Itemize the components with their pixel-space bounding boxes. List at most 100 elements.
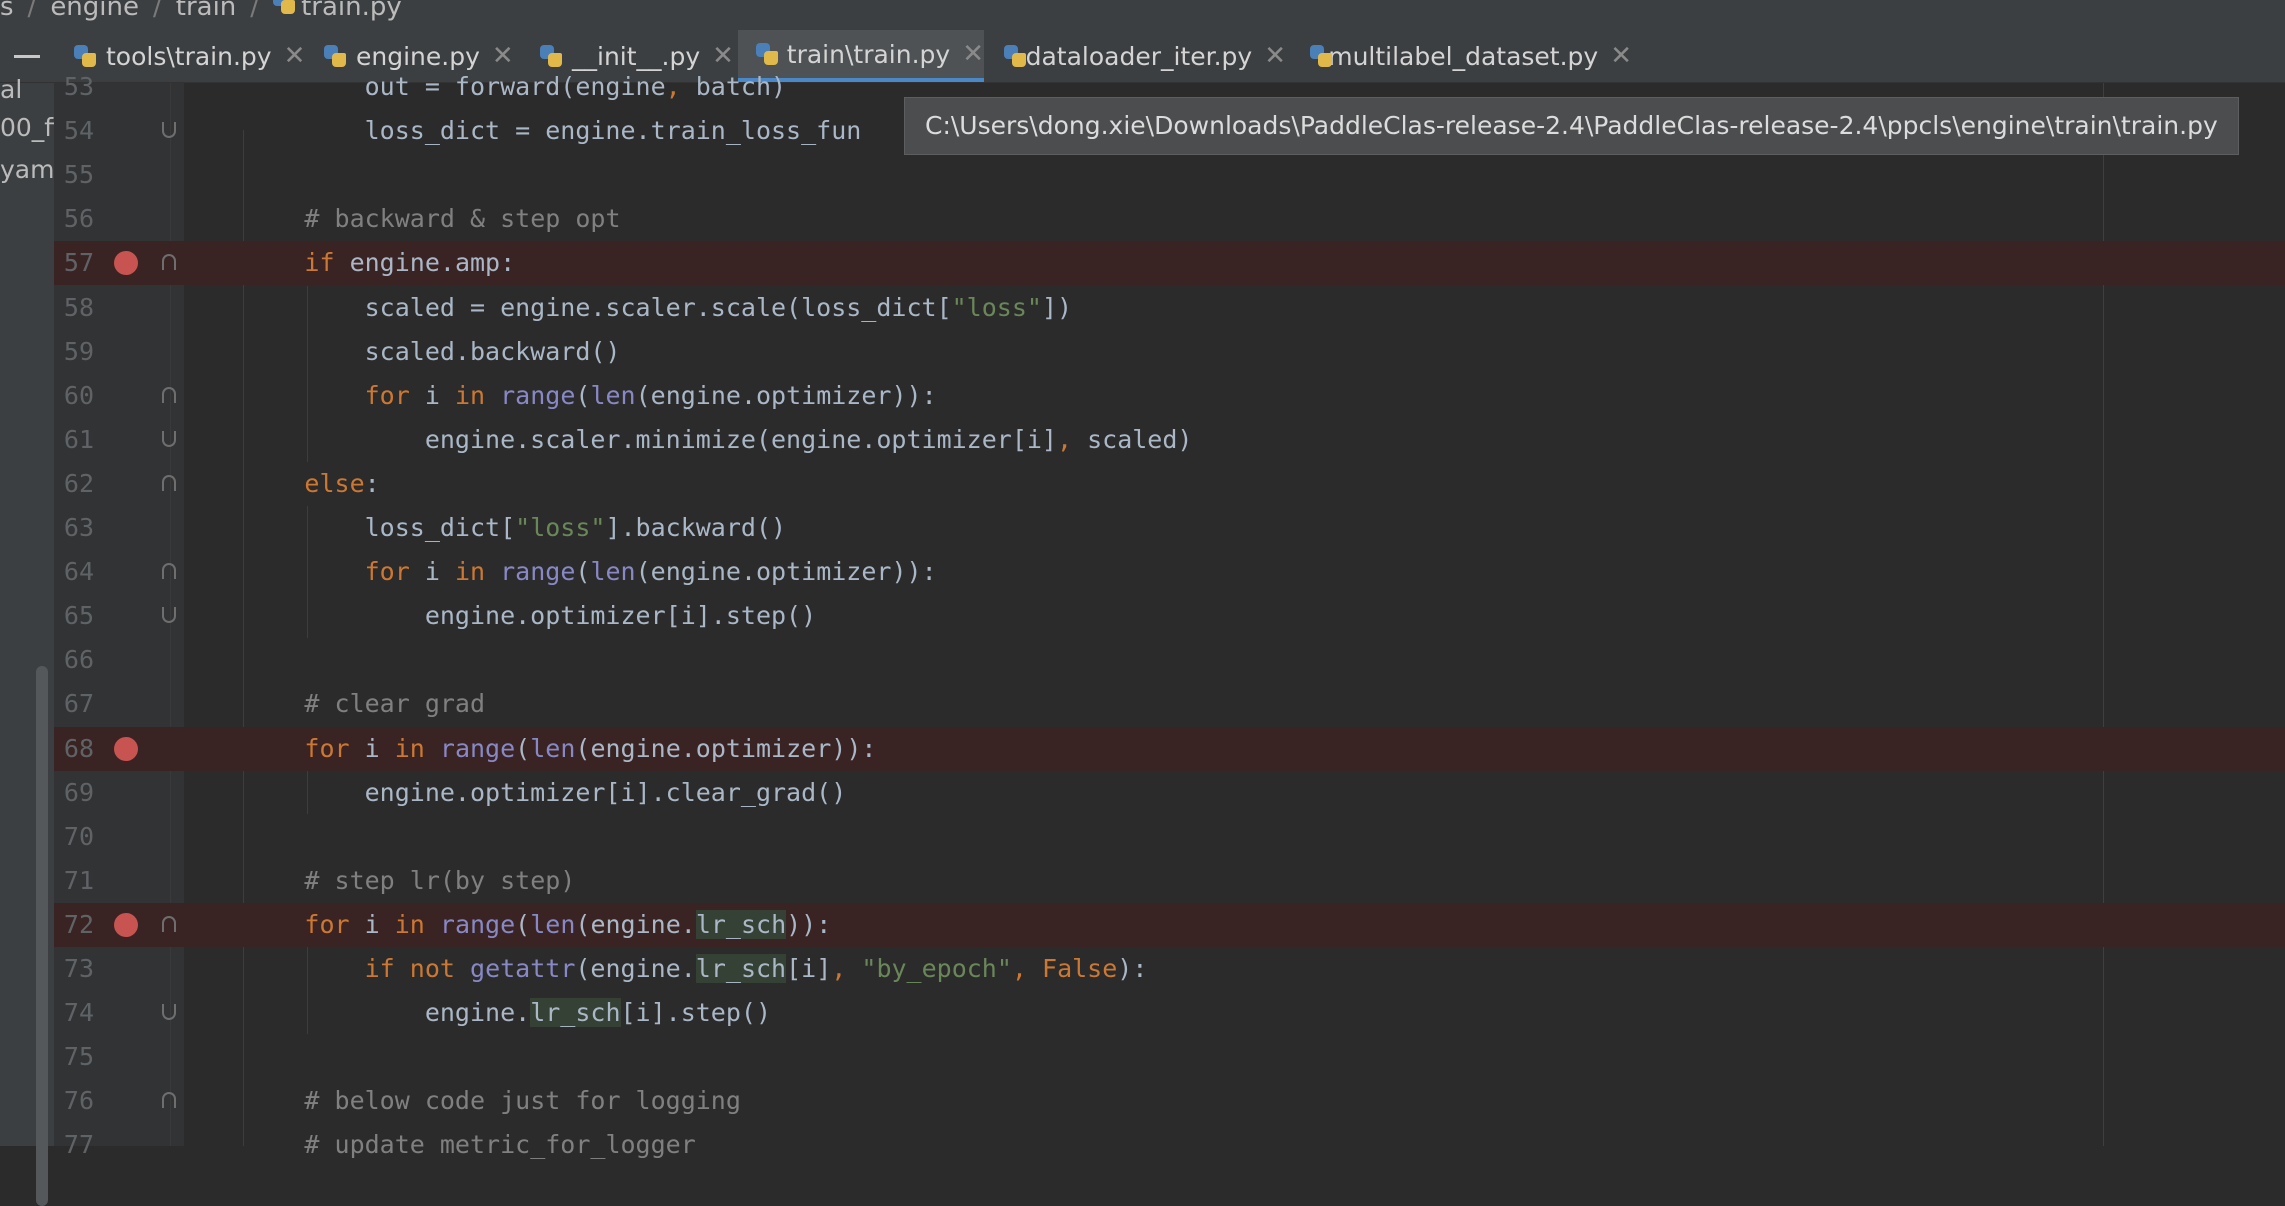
python-file-icon bbox=[756, 43, 778, 65]
line-number[interactable]: 74 bbox=[54, 991, 94, 1035]
code-line[interactable]: 72 for i in range(len(engine.lr_sch)): bbox=[54, 902, 2285, 947]
code-line[interactable]: 69 engine.optimizer[i].clear_grad() bbox=[54, 771, 2285, 815]
line-number[interactable]: 65 bbox=[54, 594, 94, 638]
python-file-icon bbox=[273, 0, 296, 14]
code-line[interactable]: 62 else: bbox=[54, 462, 2285, 506]
line-number[interactable]: 77 bbox=[54, 1123, 94, 1167]
python-file-icon bbox=[1310, 45, 1333, 67]
breakpoint-icon[interactable] bbox=[114, 251, 138, 276]
code-line[interactable]: 74 engine.lr_sch[i].step() bbox=[54, 991, 2285, 1035]
code-text: for i in range(len(engine.optimizer)): bbox=[304, 733, 877, 763]
fold-marker-icon[interactable] bbox=[162, 1092, 176, 1109]
line-number[interactable]: 53 bbox=[54, 65, 94, 109]
code-line[interactable]: 59 scaled.backward() bbox=[54, 330, 2285, 374]
code-line[interactable]: 67 # clear grad bbox=[54, 682, 2285, 726]
code-line[interactable]: 77 # update metric_for_logger bbox=[54, 1123, 2285, 1167]
breadcrumb-item[interactable]: s bbox=[0, 0, 14, 20]
code-line[interactable]: 58 scaled = engine.scaler.scale(loss_dic… bbox=[54, 286, 2285, 330]
line-number[interactable]: 76 bbox=[54, 1079, 94, 1123]
code-line[interactable]: 70 bbox=[54, 815, 2285, 859]
python-file-icon bbox=[74, 45, 96, 67]
breadcrumb-item[interactable]: train.py bbox=[301, 0, 402, 20]
code-text: scaled.backward() bbox=[184, 336, 621, 366]
line-number[interactable]: 54 bbox=[54, 109, 94, 153]
code-text: else: bbox=[304, 468, 380, 498]
line-number[interactable]: 56 bbox=[54, 197, 94, 241]
line-number[interactable]: 62 bbox=[54, 462, 94, 506]
fold-marker-icon[interactable] bbox=[162, 474, 176, 491]
file-path-tooltip: C:\Users\dong.xie\Downloads\PaddleClas-r… bbox=[904, 97, 2239, 155]
code-text: loss_dict = engine.train_loss_fun bbox=[184, 116, 862, 146]
fold-marker-icon[interactable] bbox=[162, 430, 176, 447]
line-number[interactable]: 68 bbox=[54, 727, 94, 771]
code-text: # clear grad bbox=[304, 689, 486, 719]
project-tree-item[interactable]: yaml bbox=[0, 155, 61, 184]
python-file-icon bbox=[1004, 45, 1026, 67]
code-line[interactable]: 57 if engine.amp: bbox=[54, 241, 2285, 286]
code-line[interactable]: 71 # step lr(by step) bbox=[54, 859, 2285, 903]
breadcrumb-item[interactable]: engine bbox=[50, 0, 139, 20]
line-number[interactable]: 58 bbox=[54, 286, 94, 330]
code-line[interactable]: 64 for i in range(len(engine.optimizer))… bbox=[54, 550, 2285, 594]
fold-marker-icon[interactable] bbox=[162, 386, 176, 403]
code-line[interactable]: 55 bbox=[54, 153, 2285, 197]
line-number[interactable]: 70 bbox=[54, 815, 94, 859]
breadcrumb-separator: / bbox=[27, 0, 37, 22]
breadcrumb-separator: / bbox=[153, 0, 162, 22]
line-number[interactable]: 61 bbox=[54, 418, 94, 462]
code-line[interactable]: 60 for i in range(len(engine.optimizer))… bbox=[54, 374, 2285, 418]
code-text: engine.scaler.minimize(engine.optimizer[… bbox=[184, 424, 1193, 454]
fold-marker-icon[interactable] bbox=[162, 254, 176, 271]
line-number[interactable]: 55 bbox=[54, 153, 94, 197]
code-line[interactable]: 73 if not getattr(engine.lr_sch[i], "by_… bbox=[54, 947, 2285, 991]
line-number[interactable]: 60 bbox=[54, 374, 94, 418]
line-number[interactable]: 66 bbox=[54, 638, 94, 682]
line-number[interactable]: 59 bbox=[54, 330, 94, 374]
line-number[interactable]: 75 bbox=[54, 1035, 94, 1079]
breadcrumb-item[interactable]: train bbox=[176, 0, 237, 20]
code-line[interactable]: 65 engine.optimizer[i].step() bbox=[54, 594, 2285, 638]
code-text: # step lr(by step) bbox=[304, 865, 576, 895]
code-line[interactable]: 68 for i in range(len(engine.optimizer))… bbox=[54, 726, 2285, 771]
line-number[interactable]: 73 bbox=[54, 947, 94, 991]
breadcrumb-separator: / bbox=[250, 0, 260, 22]
project-tree-item[interactable]: 00_fi bbox=[0, 113, 60, 142]
project-scrollbar[interactable] bbox=[36, 666, 48, 1206]
code-text: out = forward(engine, batch) bbox=[184, 72, 787, 101]
code-text: for i in range(len(engine.lr_sch)): bbox=[304, 909, 832, 939]
fold-marker-icon[interactable] bbox=[162, 563, 176, 580]
code-text: scaled = engine.scaler.scale(loss_dict["… bbox=[184, 292, 1073, 322]
project-tree-item[interactable]: al bbox=[0, 75, 22, 104]
line-number[interactable]: 67 bbox=[54, 682, 94, 726]
code-text: if engine.amp: bbox=[304, 248, 516, 278]
code-text: engine.optimizer[i].clear_grad() bbox=[184, 777, 847, 807]
breakpoint-icon[interactable] bbox=[114, 736, 138, 761]
line-number[interactable]: 72 bbox=[54, 903, 94, 947]
breadcrumb: s / engine / train / train.py bbox=[0, 0, 2285, 31]
code-line[interactable]: 75 bbox=[54, 1035, 2285, 1079]
line-number[interactable]: 63 bbox=[54, 506, 94, 550]
code-line[interactable]: 63 loss_dict["loss"].backward() bbox=[54, 506, 2285, 550]
code-line[interactable]: 61 engine.scaler.minimize(engine.optimiz… bbox=[54, 418, 2285, 462]
line-number[interactable]: 69 bbox=[54, 771, 94, 815]
code-text: if not getattr(engine.lr_sch[i], "by_epo… bbox=[364, 954, 1148, 983]
code-text: loss_dict["loss"].backward() bbox=[184, 513, 787, 542]
fold-marker-icon[interactable] bbox=[162, 1004, 176, 1021]
fold-marker-icon[interactable] bbox=[162, 607, 176, 624]
code-line[interactable]: 76 # below code just for logging bbox=[54, 1079, 2285, 1123]
python-file-icon bbox=[324, 45, 346, 67]
code-text: for i in range(len(engine.optimizer)): bbox=[364, 380, 937, 410]
fold-marker-icon[interactable] bbox=[162, 122, 176, 139]
code-line[interactable]: 66 bbox=[54, 638, 2285, 682]
line-number[interactable]: 64 bbox=[54, 550, 94, 594]
line-number[interactable]: 71 bbox=[54, 859, 94, 903]
code-line[interactable]: 56 # backward & step opt bbox=[54, 197, 2285, 241]
line-number[interactable]: 57 bbox=[54, 241, 94, 285]
code-text: # below code just for logging bbox=[304, 1086, 741, 1116]
code-text: engine.lr_sch[i].step() bbox=[184, 998, 772, 1028]
fold-marker-icon[interactable] bbox=[162, 915, 176, 932]
breakpoint-icon[interactable] bbox=[114, 912, 138, 937]
